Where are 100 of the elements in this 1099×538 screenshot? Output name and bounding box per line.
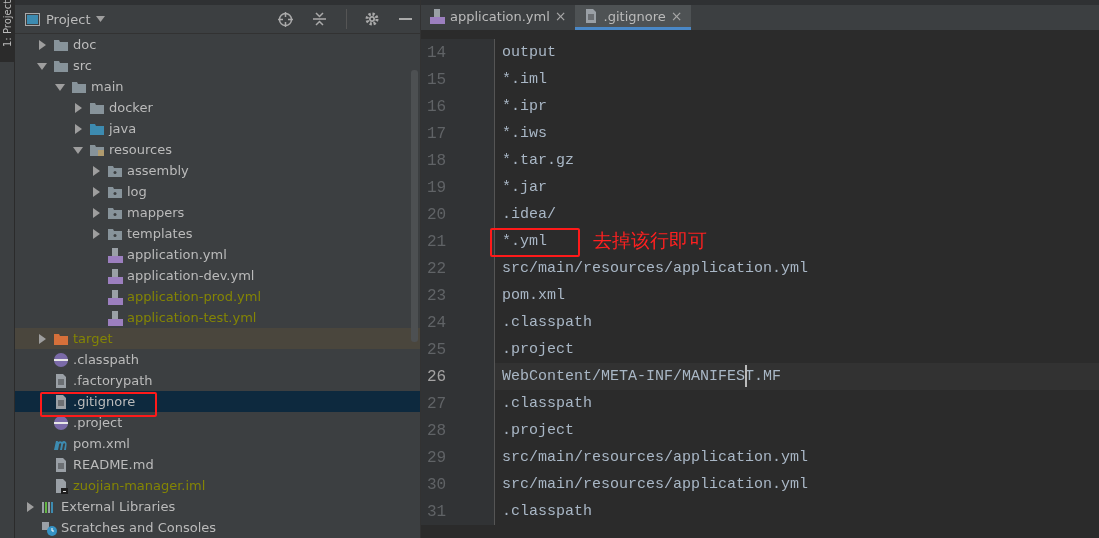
file-name: pom.xml	[73, 436, 130, 451]
editor-tab[interactable]: application.yml ×	[421, 5, 575, 30]
code-text: *.ipr	[501, 98, 547, 115]
code-text: src/main/resources/application.yml	[501, 476, 809, 493]
collapsed-arrow-icon[interactable]	[91, 207, 101, 218]
code-text: .classpath	[501, 395, 592, 412]
code-text: .classpath	[501, 314, 592, 331]
expanded-arrow-icon[interactable]	[55, 81, 65, 92]
annotation-note: 去掉该行即可	[593, 227, 707, 253]
tree-row[interactable]: .factorypath	[15, 370, 420, 391]
expanded-arrow-icon[interactable]	[73, 144, 83, 155]
file-name: .factorypath	[73, 373, 153, 388]
file-name: application.yml	[127, 247, 227, 262]
close-icon[interactable]: ×	[554, 8, 567, 24]
text-file-icon	[53, 456, 69, 473]
dropdown-caret-icon[interactable]	[96, 16, 106, 22]
file-name: log	[127, 184, 147, 199]
file-name: docker	[109, 100, 153, 115]
settings-icon[interactable]	[365, 12, 379, 26]
expanded-arrow-icon[interactable]	[37, 60, 47, 71]
file-name: mappers	[127, 205, 185, 220]
file-name: application-dev.yml	[127, 268, 255, 283]
tree-row[interactable]: application-dev.yml	[15, 265, 420, 286]
tree-row[interactable]: README.md	[15, 454, 420, 475]
file-name: target	[73, 331, 113, 346]
collapsed-arrow-icon[interactable]	[37, 39, 47, 50]
tree-row[interactable]: mappers	[15, 202, 420, 223]
collapsed-arrow-icon[interactable]	[91, 186, 101, 197]
code-text: .project	[501, 422, 574, 439]
code-text: output	[501, 44, 556, 61]
tab-label: .gitignore	[603, 8, 666, 24]
eclipse-icon	[53, 414, 69, 431]
yml-file-icon	[429, 8, 445, 24]
tree-row[interactable]: .project	[15, 412, 420, 433]
tree-row[interactable]: templates	[15, 223, 420, 244]
window-icon	[25, 12, 40, 26]
collapse-all-icon[interactable]	[313, 12, 326, 26]
code-text: *.iml	[501, 71, 547, 88]
text-file-icon	[53, 372, 69, 389]
file-name: resources	[109, 142, 172, 157]
code-text: .project	[501, 341, 574, 358]
file-name: .project	[73, 415, 123, 430]
tree-row[interactable]: .classpath	[15, 349, 420, 370]
code-text: *.iws	[501, 125, 547, 142]
collapsed-arrow-icon[interactable]	[91, 165, 101, 176]
locate-icon[interactable]	[278, 11, 293, 27]
line-number: 26	[427, 367, 447, 386]
collapsed-arrow-icon[interactable]	[25, 501, 35, 512]
code-text: src/main/resources/application.yml	[501, 260, 809, 277]
tree-row[interactable]: External Libraries	[15, 496, 420, 517]
project-tool-tab[interactable]: 1: Project	[0, 0, 14, 62]
tree-row[interactable]: src	[15, 55, 420, 76]
tree-row[interactable]: java	[15, 118, 420, 139]
file-name: application-prod.yml	[127, 289, 262, 304]
collapsed-arrow-icon[interactable]	[73, 123, 83, 134]
close-icon[interactable]: ×	[670, 8, 683, 24]
file-name: java	[109, 121, 137, 136]
code-text: *.tar.gz	[501, 152, 574, 169]
file-name: .classpath	[73, 352, 139, 367]
yml-file-icon	[107, 246, 123, 263]
tree-row[interactable]: resources	[15, 139, 420, 160]
tree-row[interactable]: Scratches and Consoles	[15, 517, 420, 538]
root-name: Scratches and Consoles	[61, 520, 217, 535]
file-name: README.md	[73, 457, 154, 472]
code-text: pom.xml	[501, 287, 565, 304]
scratches-icon	[41, 519, 57, 536]
text-file-icon	[53, 393, 69, 410]
file-name: src	[73, 58, 92, 73]
tree-row[interactable]: doc	[15, 34, 420, 55]
file-name: main	[91, 79, 124, 94]
file-name: zuojian-manager.iml	[73, 478, 206, 493]
file-name: doc	[73, 37, 97, 52]
tree-row[interactable]: .gitignore	[15, 391, 420, 412]
collapsed-arrow-icon[interactable]	[37, 333, 47, 344]
root-name: External Libraries	[61, 499, 176, 514]
editor-tab[interactable]: .gitignore ×	[574, 5, 691, 30]
code-text: *.yml	[501, 233, 547, 250]
file-name: application-test.yml	[127, 310, 257, 325]
tab-label: application.yml	[450, 8, 550, 24]
eclipse-icon	[53, 351, 69, 368]
tree-row[interactable]: pom.xml	[15, 433, 420, 454]
collapsed-arrow-icon[interactable]	[91, 228, 101, 239]
tree-row[interactable]: docker	[15, 97, 420, 118]
yml-file-icon	[107, 288, 123, 305]
code-text: *.jar	[501, 179, 547, 196]
file-name: assembly	[127, 163, 189, 178]
tree-row[interactable]: main	[15, 76, 420, 97]
tree-row[interactable]: assembly	[15, 160, 420, 181]
file-name: .gitignore	[73, 394, 136, 409]
collapsed-arrow-icon[interactable]	[73, 102, 83, 113]
minimize-icon[interactable]	[399, 17, 412, 21]
code-text: .idea/	[501, 206, 556, 223]
file-name: templates	[127, 226, 193, 241]
module-file-icon	[53, 477, 69, 494]
tree-row[interactable]: log	[15, 181, 420, 202]
tree-row[interactable]: application.yml	[15, 244, 420, 265]
code-text: .classpath	[501, 503, 592, 520]
yml-file-icon	[107, 267, 123, 284]
panel-title[interactable]: Project	[46, 11, 91, 27]
yml-file-icon	[107, 309, 123, 326]
